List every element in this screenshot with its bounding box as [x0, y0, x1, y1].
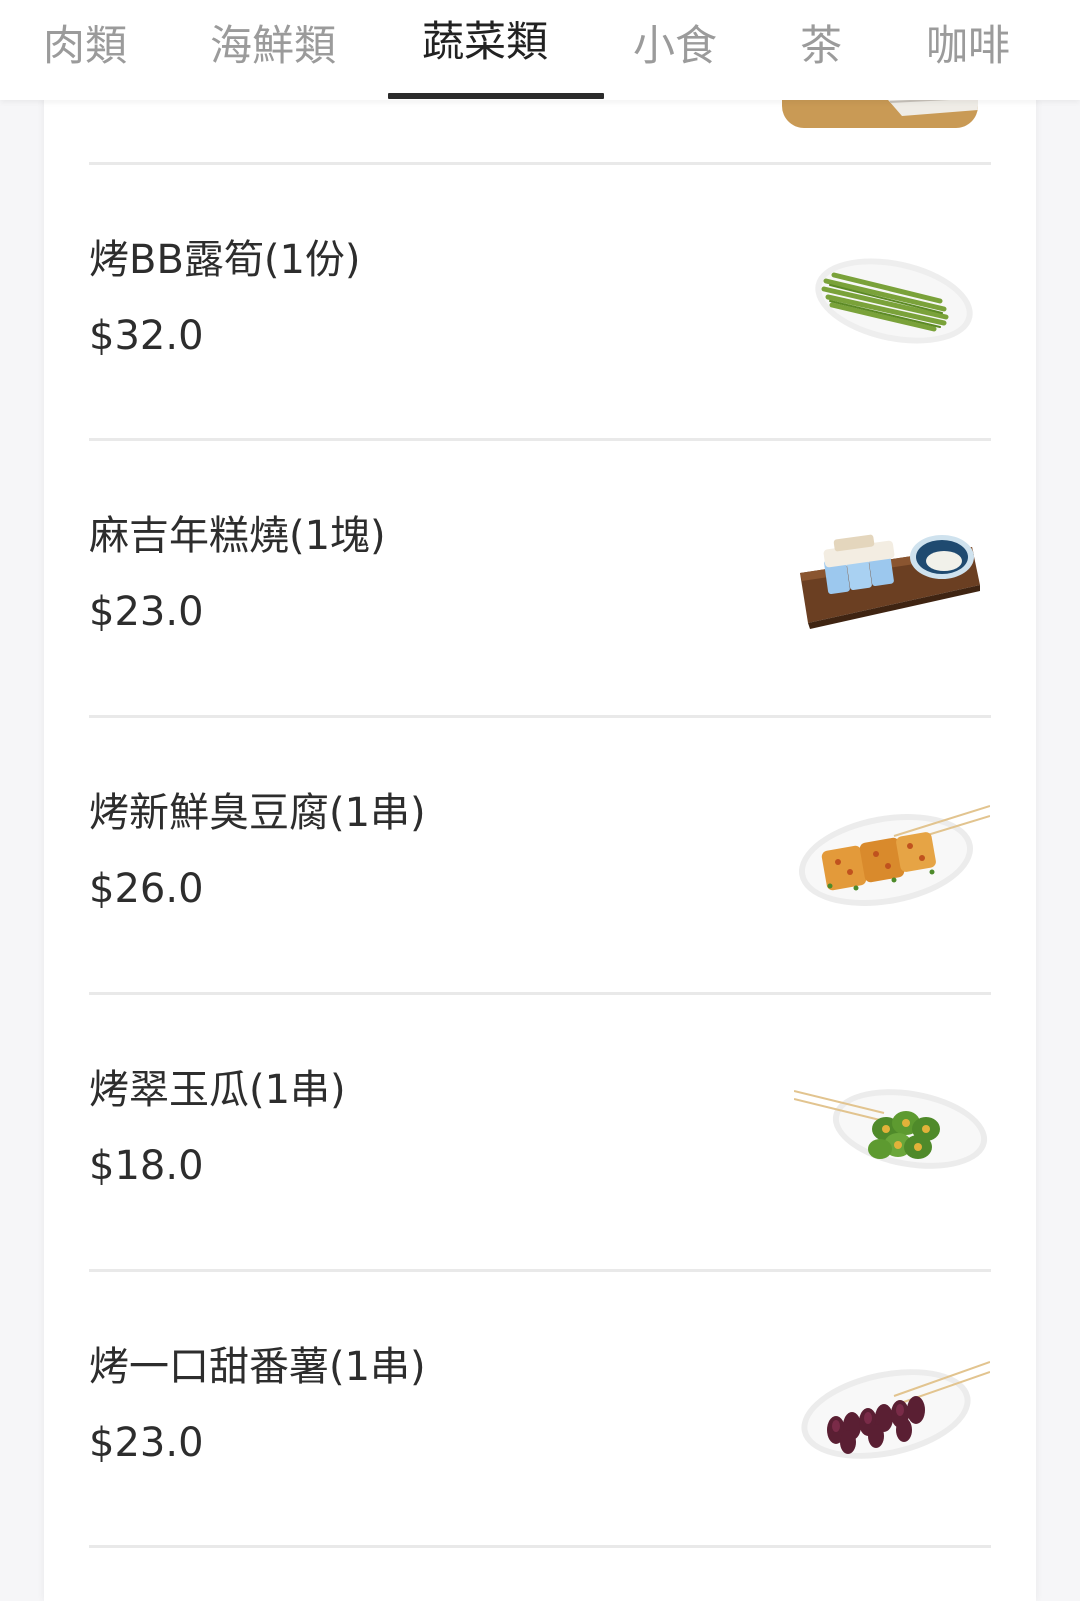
category-tab-bar: 肉類 海鮮類 蔬菜類 小食 茶 咖啡 [0, 0, 1080, 100]
item-price: $23.0 [89, 589, 204, 635]
menu-item-stinky-tofu[interactable]: 烤新鮮臭豆腐(1串) $26.0 [44, 718, 1036, 1000]
menu-item-mochi-rice-cake[interactable]: 麻吉年糕燒(1塊) $23.0 [44, 441, 1036, 723]
tab-snacks[interactable]: 小食 [633, 0, 717, 100]
menu-item-grilled-asparagus[interactable]: 烤BB露筍(1份) $32.0 [44, 165, 1036, 447]
tab-meat[interactable]: 肉類 [43, 0, 127, 100]
item-name: 麻吉年糕燒(1塊) [89, 513, 386, 559]
tab-seafood[interactable]: 海鮮類 [210, 0, 336, 100]
tab-tea[interactable]: 茶 [800, 0, 842, 100]
mochi-rice-cake-photo [800, 534, 980, 629]
menu-list-card: 烤BB露筍(1份) $32.0 麻吉年糕燒(1塊) $23.0 烤新鮮臭豆腐(1… [44, 0, 1036, 1601]
active-tab-indicator [388, 93, 604, 99]
tab-coffee[interactable]: 咖啡 [926, 0, 1010, 100]
grilled-asparagus-photo [815, 258, 973, 344]
stinky-tofu-skewer-photo [799, 805, 990, 906]
item-price: $18.0 [89, 1143, 204, 1189]
menu-item-zucchini-skewer[interactable]: 烤翠玉瓜(1串) $18.0 [44, 995, 1036, 1277]
item-price: $32.0 [89, 313, 204, 359]
item-name: 烤新鮮臭豆腐(1串) [89, 790, 426, 836]
item-price: $26.0 [89, 866, 204, 912]
zucchini-skewer-photo [794, 1089, 988, 1169]
item-price: $23.0 [89, 1420, 204, 1466]
sweet-potato-skewer-photo [801, 1361, 990, 1459]
divider [89, 1545, 991, 1548]
item-name: 烤一口甜番薯(1串) [89, 1344, 426, 1390]
item-name: 烤BB露筍(1份) [89, 237, 361, 283]
tab-vegetables[interactable]: 蔬菜類 [422, 0, 548, 100]
item-name: 烤翠玉瓜(1串) [89, 1067, 346, 1113]
menu-item-sweet-potato-skewer[interactable]: 烤一口甜番薯(1串) $23.0 [44, 1272, 1036, 1554]
